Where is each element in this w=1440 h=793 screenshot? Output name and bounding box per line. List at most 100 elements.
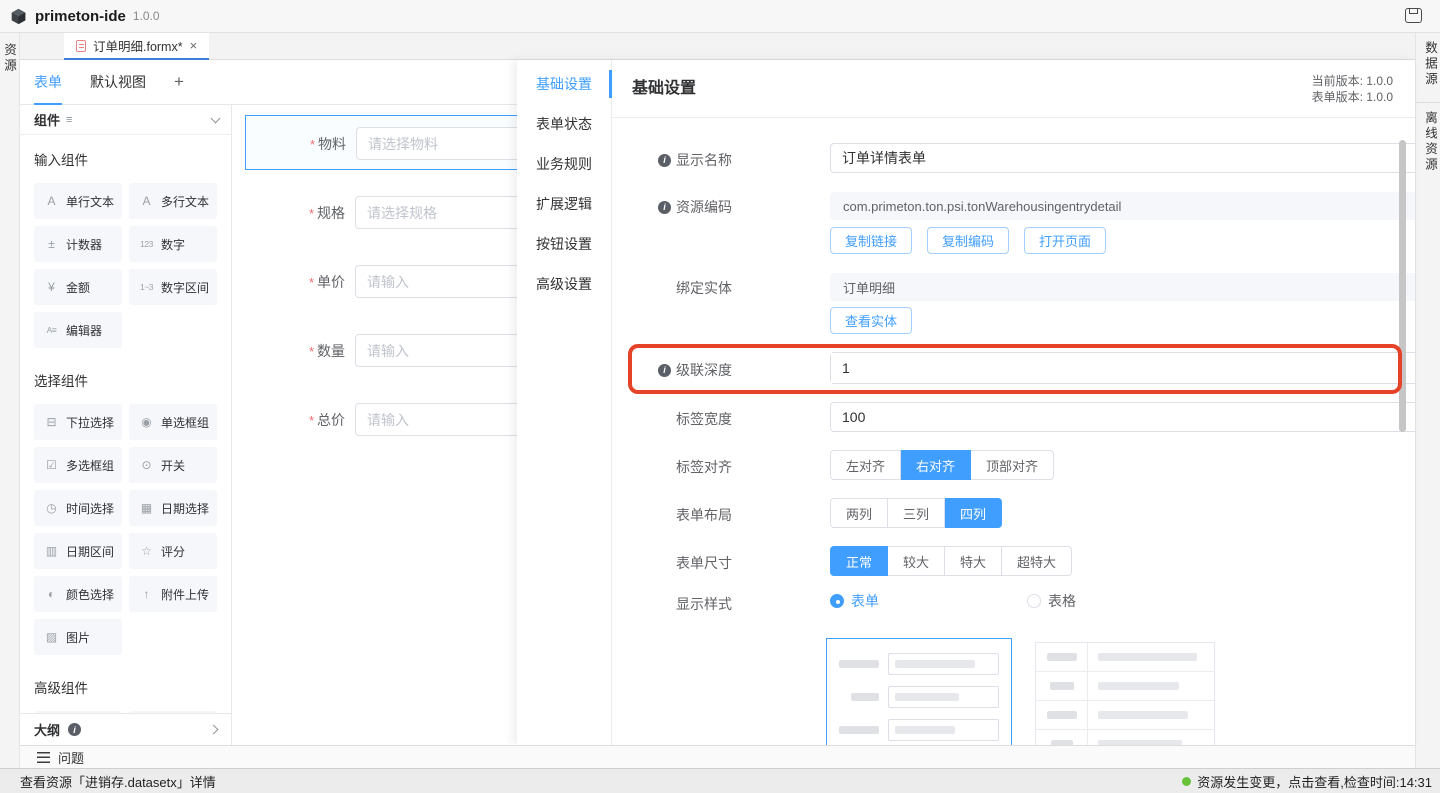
component-currency[interactable]: ¥金额	[34, 269, 122, 305]
quantity-input[interactable]	[355, 334, 517, 367]
components-title: 组件	[34, 110, 60, 129]
date-picker-icon: ▦	[138, 501, 155, 515]
component-time-picker[interactable]: ◷时间选择	[34, 490, 122, 526]
component-checkbox-group[interactable]: ☑多选框组	[34, 447, 122, 483]
label-width-label: 标签宽度	[622, 409, 732, 429]
nav-business-rules[interactable]: 业务规则	[517, 144, 611, 184]
tab-form[interactable]: 表单	[34, 60, 62, 105]
field-row-material[interactable]: *物料	[233, 127, 517, 160]
copy-link-button[interactable]: 复制链接	[830, 227, 912, 254]
radio-table[interactable]	[1027, 594, 1041, 608]
component-number-range[interactable]: 1~3数字区间	[129, 269, 217, 305]
form-style-preview[interactable]	[826, 638, 1012, 745]
cascade-depth-input[interactable]	[831, 353, 1415, 383]
chevron-right-icon[interactable]	[209, 725, 219, 735]
sidebar-item-datasource[interactable]: 数据源	[1416, 33, 1440, 103]
left-rail: 资源	[0, 33, 20, 768]
size-normal-button[interactable]: 正常	[830, 546, 888, 576]
file-upload-icon: ↑	[138, 587, 155, 601]
nav-form-state[interactable]: 表单状态	[517, 104, 611, 144]
sidebar-item-resources[interactable]: 资源	[0, 43, 19, 74]
field-row-total-price[interactable]: *总价	[232, 403, 517, 436]
two-column-button[interactable]: 两列	[830, 498, 888, 528]
field-label: *单价	[232, 272, 345, 292]
preview-row	[839, 719, 999, 741]
component-single-line-text[interactable]: A单行文本	[34, 183, 122, 219]
radio-form[interactable]	[830, 594, 844, 608]
size-xxlarge-button[interactable]: 超特大	[1002, 546, 1072, 576]
components-header[interactable]: 组件 ≡	[20, 105, 231, 135]
date-range-icon: ▥	[43, 544, 60, 558]
component-multi-line-text[interactable]: A多行文本	[129, 183, 217, 219]
number-icon: 123	[138, 239, 155, 249]
selected-field-box[interactable]: *物料	[245, 115, 517, 170]
app-name: primeton-ide	[35, 8, 126, 25]
size-xlarge-button[interactable]: 特大	[945, 546, 1002, 576]
component-date-picker[interactable]: ▦日期选择	[129, 490, 217, 526]
components-list: 输入组件 A单行文本 A多行文本 ±计数器 123数字 ¥金额 1~3数字区间 …	[20, 135, 231, 713]
align-top-button[interactable]: 顶部对齐	[971, 450, 1054, 480]
component-color-picker[interactable]: ◐颜色选择	[34, 576, 122, 612]
sidebar-item-offline-resources[interactable]: 离线资源	[1416, 103, 1440, 187]
components-panel: 组件 ≡ 输入组件 A单行文本 A多行文本 ±计数器 123数字 ¥金额 1~3…	[20, 105, 232, 713]
field-row-quantity[interactable]: *数量	[232, 334, 517, 367]
component-radio-group[interactable]: ◉单选框组	[129, 404, 217, 440]
copy-code-button[interactable]: 复制编码	[927, 227, 1009, 254]
align-left-button[interactable]: 左对齐	[830, 450, 901, 480]
component-editor[interactable]: A≡编辑器	[34, 312, 122, 348]
radio-table-label[interactable]: 表格	[1048, 591, 1076, 611]
outline-bar[interactable]: 大纲 i	[20, 713, 232, 745]
settings-title: 基础设置	[632, 74, 696, 98]
component-counter[interactable]: ±计数器	[34, 226, 122, 262]
nav-basic-settings[interactable]: 基础设置	[517, 64, 611, 104]
component-dropdown-select[interactable]: ⊟下拉选择	[34, 404, 122, 440]
dropdown-select-icon: ⊟	[43, 415, 60, 429]
form-version: 表单版本: 1.0.0	[1312, 89, 1393, 105]
label-width-input[interactable]	[830, 402, 1415, 432]
component-date-range[interactable]: ▥日期区间	[34, 533, 122, 569]
nav-extension-logic[interactable]: 扩展逻辑	[517, 184, 611, 224]
input-components-grid: A单行文本 A多行文本 ±计数器 123数字 ¥金额 1~3数字区间 A≡编辑器	[34, 183, 217, 348]
status-resource-detail[interactable]: 查看资源「进销存.datasetx」详情	[20, 772, 216, 791]
radio-form-label[interactable]: 表单	[851, 591, 879, 611]
current-version: 当前版本: 1.0.0	[1312, 73, 1393, 89]
open-page-button[interactable]: 打开页面	[1024, 227, 1106, 254]
field-label: *数量	[232, 341, 345, 361]
align-right-button[interactable]: 右对齐	[901, 450, 971, 480]
spec-select-input[interactable]	[355, 196, 517, 229]
size-large-button[interactable]: 较大	[888, 546, 945, 576]
nav-advanced-settings[interactable]: 高级设置	[517, 264, 611, 304]
component-number[interactable]: 123数字	[129, 226, 217, 262]
nav-button-settings[interactable]: 按钮设置	[517, 224, 611, 264]
tab-order-detail-formx[interactable]: 订单明细.formx* ×	[64, 33, 209, 60]
three-column-button[interactable]: 三列	[888, 498, 945, 528]
display-style-options: 表单 表格	[830, 591, 1415, 611]
add-view-button[interactable]: +	[174, 72, 184, 92]
problems-bar[interactable]: 问题	[20, 745, 1415, 768]
chevron-down-icon[interactable]	[211, 113, 221, 123]
material-select-input[interactable]	[356, 127, 517, 160]
component-file-upload[interactable]: ↑附件上传	[129, 576, 217, 612]
bound-entity-select[interactable]: 订单明细	[830, 273, 1415, 301]
info-icon: i	[658, 154, 671, 167]
four-column-button[interactable]: 四列	[945, 498, 1002, 528]
scrollbar-thumb[interactable]	[1399, 140, 1406, 432]
total-price-input[interactable]	[355, 403, 517, 436]
app-logo	[10, 8, 27, 25]
unit-price-input[interactable]	[355, 265, 517, 298]
component-switch[interactable]: ⊙开关	[129, 447, 217, 483]
save-icon[interactable]	[1405, 8, 1422, 23]
close-icon[interactable]: ×	[190, 39, 198, 52]
app-version: 1.0.0	[133, 9, 160, 23]
display-name-input[interactable]	[830, 143, 1415, 173]
section-title-input: 输入组件	[34, 149, 217, 169]
field-row-spec[interactable]: *规格	[232, 196, 517, 229]
preview-table-row	[1036, 672, 1214, 701]
view-entity-button[interactable]: 查看实体	[830, 307, 912, 334]
tab-default-view[interactable]: 默认视图	[90, 60, 146, 105]
component-rating[interactable]: ☆评分	[129, 533, 217, 569]
component-image[interactable]: ▨图片	[34, 619, 122, 655]
status-change-notice[interactable]: 资源发生变更，点击查看,检查时间:14:31	[1182, 772, 1432, 791]
table-style-preview[interactable]: 查看Api	[1035, 642, 1215, 745]
field-row-unit-price[interactable]: *单价	[232, 265, 517, 298]
